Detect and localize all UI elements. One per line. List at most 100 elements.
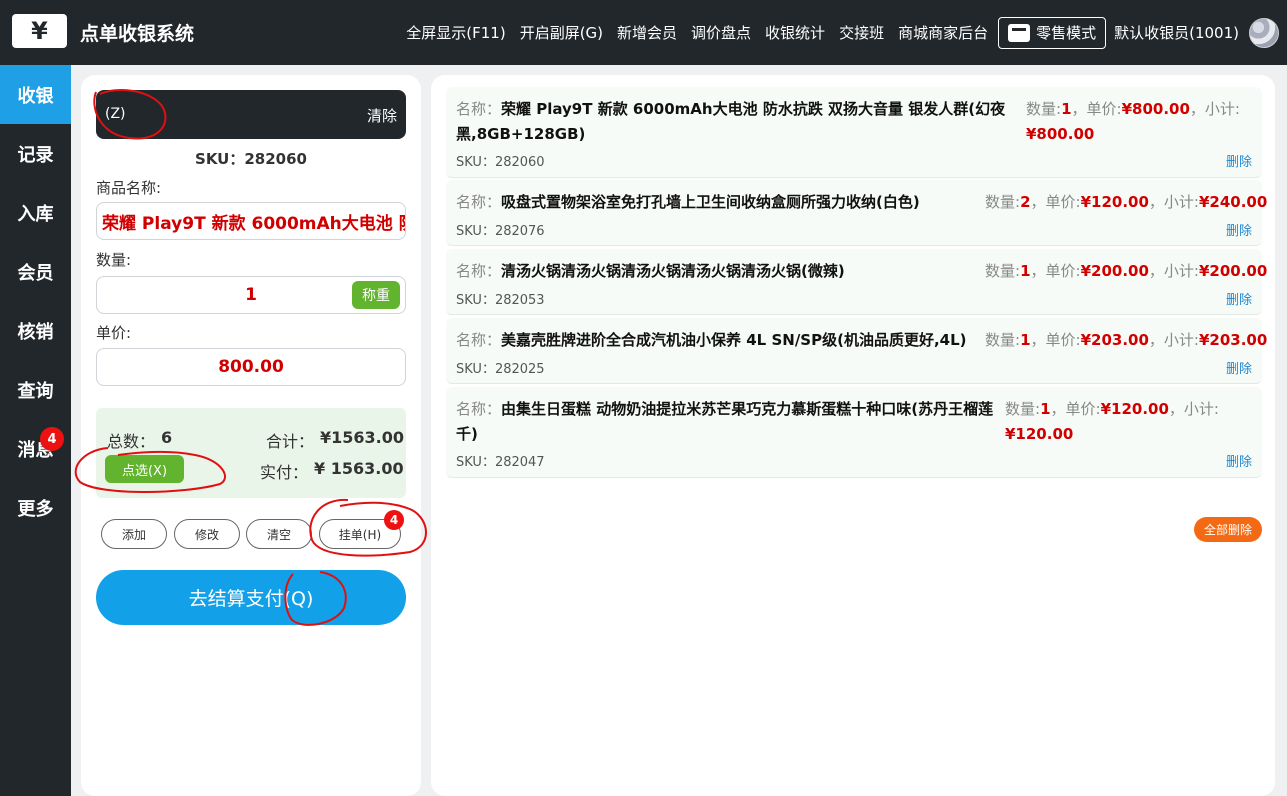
delete-item-button[interactable]: 删除	[1226, 151, 1252, 170]
cart-item-name: 名称：荣耀 Play9T 新款 6000mAh大电池 防水抗跌 双扬大音量 银发…	[456, 97, 1021, 147]
hold-order-button[interactable]: 挂单(H) 4	[319, 510, 404, 549]
cart-item-sku: SKU：282076	[456, 220, 545, 239]
sidebar-item-label: 查询	[17, 380, 54, 402]
cart-item-qty: 2	[1020, 193, 1031, 211]
current-sku: SKU：282060	[195, 150, 307, 168]
product-name-value: 荣耀 Play9T 新款 6000mAh大电池 防水抗跌 双扬大音量 银发人群(…	[102, 213, 405, 234]
sidebar-item-stock-in[interactable]: 入库	[0, 183, 71, 242]
price-field[interactable]: 800.00	[96, 348, 406, 386]
clear-cart-button[interactable]: 清空	[246, 519, 312, 549]
table-row[interactable]: 名称：荣耀 Play9T 新款 6000mAh大电池 防水抗跌 双扬大音量 银发…	[446, 87, 1262, 178]
sku-label: SKU：	[456, 362, 495, 377]
table-row[interactable]: 名称：由集生日蛋糕 动物奶油提拉米苏芒果巧克力慕斯蛋糕十种口味(苏丹王榴莲千) …	[446, 387, 1262, 478]
sidebar-item-query[interactable]: 查询	[0, 360, 71, 419]
order-summary: 总数： 6 合计： ¥1563.00 实付： ¥ 1563.00 点选(X)	[96, 408, 406, 498]
pick-button[interactable]: 点选(X)	[105, 455, 184, 483]
sidebar-item-members[interactable]: 会员	[0, 242, 71, 301]
cart-item-sku: SKU：282025	[456, 358, 545, 377]
scan-input[interactable]: (Z) 清除	[96, 90, 406, 139]
sku-label: SKU：	[456, 293, 495, 308]
nav-cashier-stats[interactable]: 收银统计	[765, 22, 825, 43]
store-icon	[1008, 23, 1031, 42]
edit-button[interactable]: 修改	[174, 519, 240, 549]
sidebar-item-label: 更多	[17, 498, 54, 520]
cart-item-name: 名称：美嘉壳胜牌进阶全合成汽机油小保养 4L SN/SP级(机油品质更好,4L)	[456, 328, 991, 353]
sidebar-item-checkout[interactable]: 收银	[0, 65, 71, 124]
meta-separator: ，	[1030, 193, 1046, 211]
hold-order-badge: 4	[384, 510, 404, 530]
retail-mode-button[interactable]: 零售模式	[998, 16, 1107, 49]
app-title: 点单收银系统	[80, 23, 195, 45]
sku-label: SKU：	[456, 224, 495, 239]
table-row[interactable]: 名称：吸盘式置物架浴室免打孔墙上卫生间收纳盒厕所强力收纳(白色) 数量:2，单价…	[446, 180, 1267, 246]
paid-amount-value: ¥ 1563.00	[314, 459, 404, 478]
quantity-field[interactable]: 1 称重	[96, 276, 406, 314]
cart-item-qty: 1	[1061, 100, 1072, 118]
clear-button[interactable]: 清除	[367, 105, 397, 126]
cart-item-sku: SKU：282053	[456, 289, 545, 308]
cart-item-subtotal: ¥200.00	[1198, 262, 1268, 280]
nav-fullscreen[interactable]: 全屏显示(F11)	[406, 22, 505, 43]
table-row[interactable]: 名称：美嘉壳胜牌进阶全合成汽机油小保养 4L SN/SP级(机油品质更好,4L)…	[446, 318, 1267, 384]
delete-item-button[interactable]: 删除	[1226, 451, 1252, 470]
cart-item-price: ¥800.00	[1121, 100, 1190, 118]
checkout-pay-button[interactable]: 去结算支付(Q)	[96, 570, 406, 625]
meta-separator: ，	[1148, 193, 1164, 211]
delete-item-button[interactable]: 删除	[1226, 358, 1252, 377]
delete-all-button[interactable]: 全部删除	[1194, 517, 1262, 542]
delete-item-button[interactable]: 删除	[1226, 289, 1252, 308]
meta-separator: ，	[1030, 262, 1046, 280]
meta-separator: ，	[1148, 331, 1164, 349]
cart-item-meta: 数量:2，单价:¥120.00，小计:¥240.00	[985, 190, 1267, 215]
cart-item-sku: SKU：282060	[456, 151, 545, 170]
cart-item-qty: 1	[1020, 331, 1031, 349]
meta-separator: ，	[1071, 100, 1087, 118]
meta-separator: ，	[1168, 400, 1184, 418]
sku-label: SKU：	[456, 455, 495, 470]
meta-separator: ，	[1030, 331, 1046, 349]
cart-item-qty: 1	[1040, 400, 1051, 418]
meta-separator: ，	[1189, 100, 1205, 118]
weigh-button[interactable]: 称重	[352, 281, 400, 309]
cashier-name[interactable]: 默认收银员(1001)	[1114, 22, 1239, 43]
meta-separator: ，	[1148, 262, 1164, 280]
product-name-field[interactable]: 荣耀 Play9T 新款 6000mAh大电池 防水抗跌 双扬大音量 银发人群(…	[96, 202, 406, 240]
cart-item-meta: 数量:1，单价:¥800.00，小计: ¥800.00	[1026, 97, 1256, 147]
delete-item-button[interactable]: 删除	[1226, 220, 1252, 239]
scan-shortcut-label: (Z)	[105, 106, 126, 122]
cart-item-name: 名称：吸盘式置物架浴室免打孔墙上卫生间收纳盒厕所强力收纳(白色)	[456, 190, 986, 215]
add-button[interactable]: 添加	[101, 519, 167, 549]
sidebar-item-label: 收银	[17, 85, 54, 107]
unit-price-label: 单价:	[1045, 262, 1081, 280]
nav-add-member[interactable]: 新增会员	[617, 22, 677, 43]
nav-second-screen[interactable]: 开启副屏(G)	[520, 22, 603, 43]
table-row[interactable]: 名称：清汤火锅清汤火锅清汤火锅清汤火锅清汤火锅(微辣) 数量:1，单价:¥200…	[446, 249, 1267, 315]
sidebar-item-redeem[interactable]: 核销	[0, 301, 71, 360]
sidebar-item-messages[interactable]: 消息 4	[0, 419, 71, 478]
price-label: 单价:	[96, 324, 132, 342]
sidebar-item-more[interactable]: 更多	[0, 478, 71, 537]
nav-shift-handover[interactable]: 交接班	[839, 22, 884, 43]
avatar[interactable]	[1249, 17, 1279, 48]
cart-item-name-text: 由集生日蛋糕 动物奶油提拉米苏芒果巧克力慕斯蛋糕十种口味(苏丹王榴莲千)	[456, 400, 994, 443]
total-amount-label: 合计：	[266, 432, 315, 451]
product-entry-panel: (Z) 清除 SKU：282060 商品名称: 荣耀 Play9T 新款 600…	[81, 75, 421, 796]
cart-item-name-label: 名称：	[456, 400, 502, 418]
unit-price-label: 单价:	[1086, 100, 1122, 118]
unit-price-label: 单价:	[1065, 400, 1101, 418]
subtotal-label: 小计:	[1163, 193, 1199, 211]
cart-item-qty: 1	[1020, 262, 1031, 280]
nav-merchant-admin[interactable]: 商城商家后台	[898, 22, 988, 43]
total-amount-value: ¥1563.00	[320, 428, 405, 447]
sidebar-item-records[interactable]: 记录	[0, 124, 71, 183]
unit-price-label: 单价:	[1045, 331, 1081, 349]
quantity-label: 数量:	[96, 251, 132, 269]
paid-amount-label: 实付：	[260, 463, 309, 482]
cart-item-price: ¥200.00	[1080, 262, 1149, 280]
price-value: 800.00	[218, 357, 284, 377]
cart-item-subtotal: ¥240.00	[1198, 193, 1268, 211]
subtotal-label: 小计:	[1183, 400, 1219, 418]
nav-price-stocktake[interactable]: 调价盘点	[691, 22, 751, 43]
cart-item-price: ¥120.00	[1080, 193, 1149, 211]
cart-item-name-text: 荣耀 Play9T 新款 6000mAh大电池 防水抗跌 双扬大音量 银发人群(…	[456, 100, 1006, 143]
